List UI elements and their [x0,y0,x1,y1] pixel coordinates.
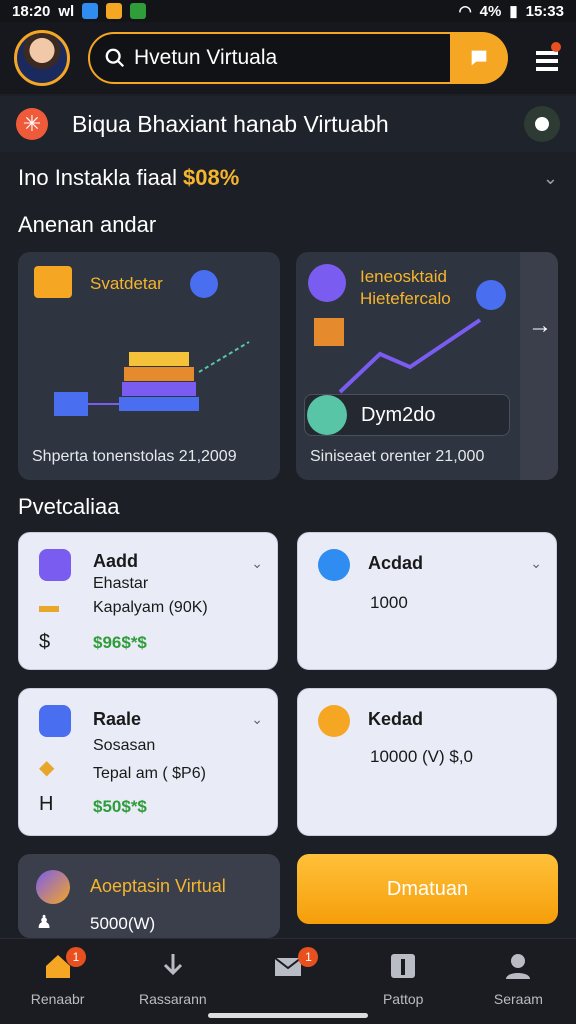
amount-pill[interactable]: Dym2do [304,394,510,436]
search-text: Hvetun Virtuala [134,46,278,69]
status-bar: 18:20 wl ◠ 4% ▮ 15:33 [0,0,576,22]
nav-item-home[interactable]: 1 Renaabr [0,939,115,1024]
nav-item-tools[interactable]: Pattop [346,939,461,1024]
status-time-left: 18:20 [12,2,51,20]
asset-icon [318,705,350,737]
feature-title: Svatdetar [90,274,163,293]
message-icon[interactable] [524,106,560,142]
wifi-icon: ◠ [458,3,472,20]
search-input[interactable]: Hvetun Virtuala [88,32,508,84]
asset-value: 10000 (V) $,0 [370,747,474,766]
blocks-illustration [54,341,250,416]
arrow-right-icon: → [528,312,552,339]
nav-badge: 1 [66,947,86,967]
carrier-label: wl [58,2,75,20]
bottom-nav: 1 Renaabr Rassarann 1 Pattop Seraam [0,938,576,1024]
asset-icon [39,549,71,581]
chevron-icon: ⌄ [251,711,263,727]
announcement-banner[interactable]: ✳ Biqua Bhaxiant hanab Virtuabh [0,96,576,152]
asset-subtitle: Sosasan [93,737,156,754]
nav-item-profile[interactable]: Seraam [461,939,576,1024]
feature-footer: Siniseaet orenter 21,000 [310,448,485,465]
primary-action-button[interactable]: Dmatuan [297,854,558,924]
asset-title: Aadd [93,551,138,571]
virtual-icon [36,870,70,904]
asset-card[interactable]: Raale ⌄ Sosasan ◆ Tepal am ( $P6) H $50$… [18,688,278,836]
asset-change: $96$*$ [93,633,147,652]
virtual-value: 5000(W) [90,914,156,933]
star-icon: ✳ [16,108,48,140]
notification-icon [130,3,147,19]
header: Hvetun Virtuala [0,22,576,94]
nav-label: Pattop [382,991,424,1007]
asset-card[interactable]: Acdad ⌄ 1000 [297,532,557,670]
search-icon [105,48,125,68]
asset-title: Kedad [368,709,424,729]
asset-icon [39,705,71,737]
feature-card[interactable]: Ieneosktaid Hietefercalo → Dym2do Sinise… [296,252,558,480]
notification-icon [82,3,99,19]
status-time-right: 15:33 [525,2,564,20]
download-icon [163,954,182,976]
carousel-next[interactable]: → [520,252,558,480]
box-icon [34,266,72,298]
user-icon [506,954,531,979]
virtual-card[interactable]: Aoeptasin Virtual ♟ 5000(W) [18,854,280,938]
coin-stack-icon [307,395,347,435]
asset-value: Kapalyam (90K) [93,599,208,616]
info-row[interactable]: Ino Instakla fiaal $08% ⌄ [18,160,558,196]
chevron-icon: ⌄ [530,555,542,571]
nav-item-transfer[interactable]: Rassarann [115,939,230,1024]
gold-icon: ▬ [39,595,59,617]
nav-item-messages[interactable]: 1 [230,939,345,1024]
asset-title: Acdad [368,553,424,573]
chat-icon [471,50,487,66]
search-action-button[interactable] [450,32,508,84]
battery-percent: 4% [479,2,502,20]
person-icon: ♟ [36,912,53,932]
asset-card[interactable]: Kedad 10000 (V) $,0 [297,688,557,836]
asset-title: Raale [93,709,142,729]
nav-label: Renaabr [30,991,85,1007]
info-value: $08% [182,165,240,190]
dollar-icon: $ [39,631,51,653]
virtual-title: Aoeptasin Virtual [90,876,226,896]
asset-value: Tepal am ( $P6) [93,765,206,782]
feature-footer: Shperta tonenstolas 21,2009 [32,448,237,465]
bar-icon: H [39,793,54,815]
gift-icon [308,264,346,302]
asset-card[interactable]: Aadd ⌄ Ehastar ▬ Kapalyam (90K) $ $96$*$ [18,532,278,670]
section-title-featured: Anenan andar [18,212,157,237]
asset-icon [318,549,350,581]
avatar[interactable] [14,30,70,86]
home-indicator [208,1013,368,1018]
nav-label: Seraam [493,991,543,1007]
chevron-down-icon: ⌄ [542,167,558,188]
gold-stack-icon: ◆ [39,757,55,779]
coin-icon [476,280,506,310]
asset-subtitle: Ehastar [93,575,149,592]
menu-icon[interactable] [532,41,562,75]
chevron-icon: ⌄ [251,555,263,571]
nav-label: Rassarann [138,991,207,1007]
feature-title: Ieneosktaid Hietefercalo [360,267,451,308]
pill-text: Dym2do [361,403,436,426]
nav-badge: 1 [298,947,319,967]
asset-value: 1000 [370,593,408,612]
banner-text: Biqua Bhaxiant hanab Virtuabh [72,110,389,137]
link-icon [190,270,218,298]
asset-change: $50$*$ [93,797,147,816]
feature-card[interactable]: Svatdetar Shperta tonenstolas 21,2009 [18,252,280,480]
info-label: Ino Instakla fiaal [18,165,177,190]
growth-line-illustration [314,318,482,394]
tool-icon [391,954,416,978]
notification-icon [106,3,123,19]
battery-icon: ▮ [509,3,518,20]
section-title-portfolio: Pvetcaliaa [18,494,120,519]
